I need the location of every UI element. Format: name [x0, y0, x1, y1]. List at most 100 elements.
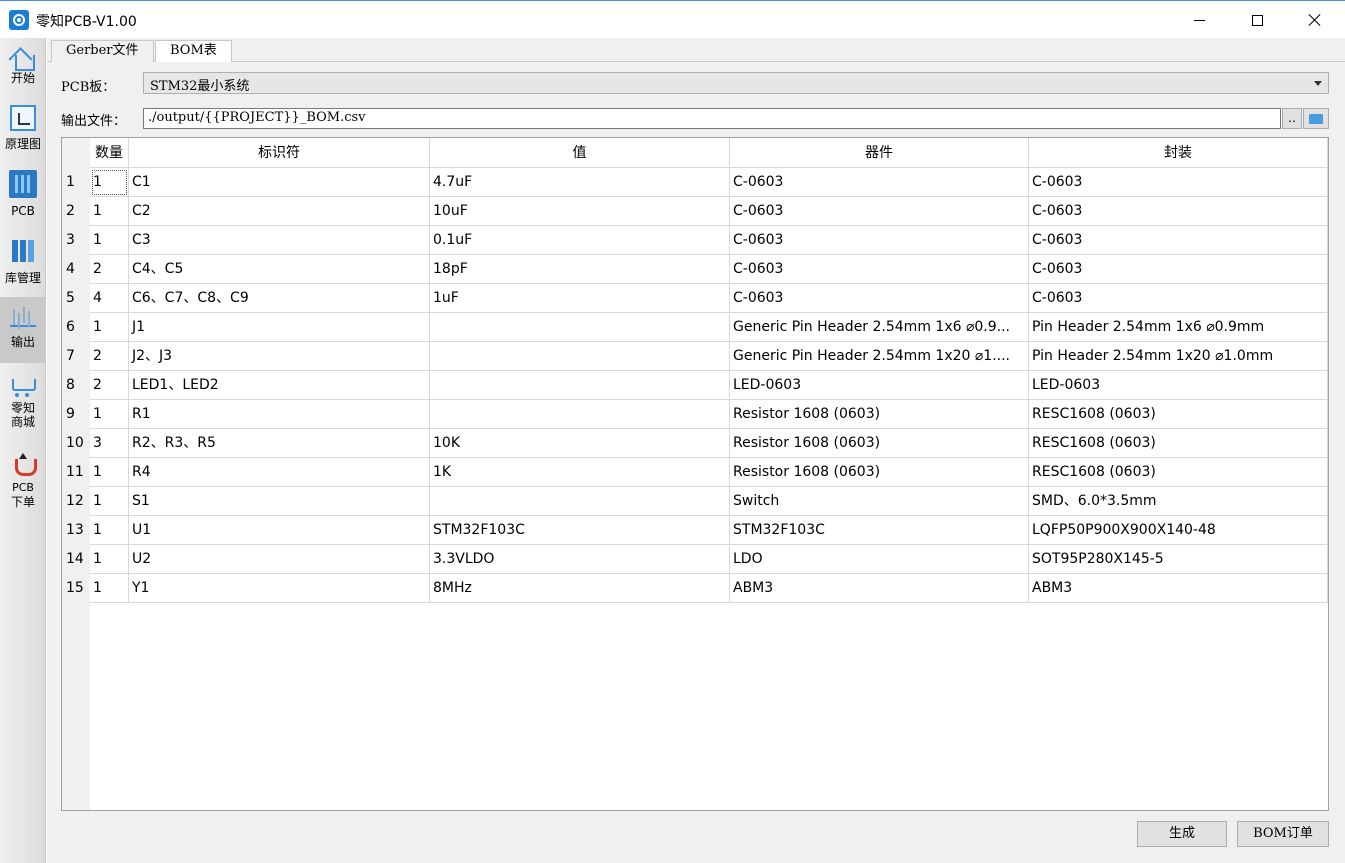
- row-number[interactable]: 3: [62, 226, 90, 255]
- cell-device[interactable]: LED-0603: [730, 371, 1029, 400]
- cell-value[interactable]: [430, 313, 730, 342]
- cell-designator[interactable]: S1: [129, 487, 430, 516]
- table-row[interactable]: 10 3 R2、R3、R5 10K Resistor 1608 (0603) RESC16…: [62, 429, 1328, 458]
- bom-order-button[interactable]: BOM订单: [1237, 821, 1329, 847]
- cell-designator[interactable]: LED1、LED2: [129, 371, 430, 400]
- cell-value[interactable]: 1uF: [430, 284, 730, 313]
- cell-device[interactable]: Switch: [730, 487, 1029, 516]
- table-row[interactable]: 13 1 U1 STM32F103C STM32F103C LQFP50P900X900X…: [62, 516, 1328, 545]
- cell-device[interactable]: LDO: [730, 545, 1029, 574]
- cell-value[interactable]: 10K: [430, 429, 730, 458]
- cell-designator[interactable]: C6、C7、C8、C9: [129, 284, 430, 313]
- cell-package[interactable]: Pin Header 2.54mm 1x20 ⌀1.0mm: [1029, 342, 1328, 371]
- cell-quantity[interactable]: 1: [90, 574, 129, 603]
- cell-package[interactable]: Pin Header 2.54mm 1x6 ⌀0.9mm: [1029, 313, 1328, 342]
- cell-device[interactable]: C-0603: [730, 226, 1029, 255]
- cell-package[interactable]: SOT95P280X145-5: [1029, 545, 1328, 574]
- cell-quantity[interactable]: 1: [90, 400, 129, 429]
- row-number[interactable]: 9: [62, 400, 90, 429]
- column-header-quantity[interactable]: 数量: [90, 138, 129, 168]
- table-row[interactable]: 11 1 R4 1K Resistor 1608 (0603) RESC1608 (060…: [62, 458, 1328, 487]
- cell-value[interactable]: 4.7uF: [430, 168, 730, 197]
- cell-value[interactable]: 10uF: [430, 197, 730, 226]
- cell-quantity[interactable]: 1: [90, 487, 129, 516]
- generate-button[interactable]: 生成: [1137, 821, 1227, 847]
- sidebar-item-output[interactable]: 输出: [0, 297, 46, 363]
- cell-value[interactable]: [430, 342, 730, 371]
- maximize-button[interactable]: [1228, 1, 1286, 39]
- sidebar-item-pcb-order[interactable]: PCB 下单: [0, 448, 46, 520]
- cell-designator[interactable]: C2: [129, 197, 430, 226]
- tab-bom[interactable]: BOM表: [155, 40, 232, 63]
- row-number[interactable]: 12: [62, 487, 90, 516]
- cell-designator[interactable]: Y1: [129, 574, 430, 603]
- table-row[interactable]: 12 1 S1 Switch SMD、6.0*3.5mm: [62, 487, 1328, 516]
- cell-designator[interactable]: J1: [129, 313, 430, 342]
- cell-quantity[interactable]: 2: [90, 255, 129, 284]
- cell-value[interactable]: 1K: [430, 458, 730, 487]
- cell-device[interactable]: Generic Pin Header 2.54mm 1x6 ⌀0.9...: [730, 313, 1029, 342]
- column-header-designator[interactable]: 标识符: [129, 138, 430, 168]
- table-row[interactable]: 5 4 C6、C7、C8、C9 1uF C-0603 C-0603: [62, 284, 1328, 313]
- cell-package[interactable]: SMD、6.0*3.5mm: [1029, 487, 1328, 516]
- cell-quantity[interactable]: 2: [90, 371, 129, 400]
- cell-designator[interactable]: C4、C5: [129, 255, 430, 284]
- cell-value[interactable]: 0.1uF: [430, 226, 730, 255]
- table-row[interactable]: 9 1 R1 Resistor 1608 (0603) RESC1608 (0603): [62, 400, 1328, 429]
- cell-quantity[interactable]: 4: [90, 284, 129, 313]
- cell-device[interactable]: STM32F103C: [730, 516, 1029, 545]
- table-row[interactable]: 8 2 LED1、LED2 LED-0603 LED-0603: [62, 371, 1328, 400]
- cell-package[interactable]: LED-0603: [1029, 371, 1328, 400]
- cell-device[interactable]: C-0603: [730, 284, 1029, 313]
- cell-value[interactable]: 18pF: [430, 255, 730, 284]
- cell-value[interactable]: [430, 371, 730, 400]
- cell-quantity[interactable]: 1: [90, 545, 129, 574]
- table-row[interactable]: 14 1 U2 3.3VLDO LDO SOT95P280X145-5: [62, 545, 1328, 574]
- cell-quantity[interactable]: 1: [90, 313, 129, 342]
- table-row[interactable]: 7 2 J2、J3 Generic Pin Header 2.54mm 1x20 ⌀1…: [62, 342, 1328, 371]
- cell-package[interactable]: LQFP50P900X900X140-48: [1029, 516, 1328, 545]
- column-header-package[interactable]: 封装: [1029, 138, 1328, 168]
- table-row[interactable]: 1 1 C1 4.7uF C-0603 C-0603: [62, 168, 1328, 197]
- cell-package[interactable]: RESC1608 (0603): [1029, 429, 1328, 458]
- row-number[interactable]: 2: [62, 197, 90, 226]
- row-number[interactable]: 8: [62, 371, 90, 400]
- row-number[interactable]: 15: [62, 574, 90, 603]
- cell-package[interactable]: RESC1608 (0603): [1029, 458, 1328, 487]
- cell-quantity[interactable]: 1: [90, 226, 129, 255]
- row-number[interactable]: 13: [62, 516, 90, 545]
- cell-device[interactable]: Resistor 1608 (0603): [730, 400, 1029, 429]
- cell-device[interactable]: Resistor 1608 (0603): [730, 458, 1029, 487]
- cell-package[interactable]: C-0603: [1029, 284, 1328, 313]
- table-row[interactable]: 6 1 J1 Generic Pin Header 2.54mm 1x6 ⌀0.9..…: [62, 313, 1328, 342]
- cell-device[interactable]: Generic Pin Header 2.54mm 1x20 ⌀1....: [730, 342, 1029, 371]
- row-number[interactable]: 1: [62, 168, 90, 197]
- cell-quantity[interactable]: 1: [90, 197, 129, 226]
- cell-quantity[interactable]: 1: [90, 516, 129, 545]
- row-number[interactable]: 4: [62, 255, 90, 284]
- row-number[interactable]: 5: [62, 284, 90, 313]
- cell-designator[interactable]: U2: [129, 545, 430, 574]
- table-row[interactable]: 15 1 Y1 8MHz ABM3 ABM3: [62, 574, 1328, 603]
- cell-designator[interactable]: J2、J3: [129, 342, 430, 371]
- tab-gerber[interactable]: Gerber文件: [51, 40, 154, 62]
- cell-designator[interactable]: C3: [129, 226, 430, 255]
- cell-value[interactable]: 3.3VLDO: [430, 545, 730, 574]
- open-folder-button[interactable]: [1303, 108, 1329, 129]
- row-number[interactable]: 10: [62, 429, 90, 458]
- cell-designator[interactable]: R4: [129, 458, 430, 487]
- cell-value[interactable]: STM32F103C: [430, 516, 730, 545]
- cell-quantity[interactable]: 2: [90, 342, 129, 371]
- cell-package[interactable]: C-0603: [1029, 255, 1328, 284]
- sidebar-item-schematic[interactable]: 原理图: [0, 100, 46, 160]
- cell-value[interactable]: 8MHz: [430, 574, 730, 603]
- cell-device[interactable]: ABM3: [730, 574, 1029, 603]
- table-row[interactable]: 2 1 C2 10uF C-0603 C-0603: [62, 197, 1328, 226]
- cell-quantity[interactable]: 1: [90, 458, 129, 487]
- cell-designator[interactable]: R2、R3、R5: [129, 429, 430, 458]
- sidebar-item-start[interactable]: 开始: [0, 38, 46, 98]
- cell-package[interactable]: RESC1608 (0603): [1029, 400, 1328, 429]
- cell-package[interactable]: C-0603: [1029, 168, 1328, 197]
- row-number[interactable]: 11: [62, 458, 90, 487]
- sidebar-item-library[interactable]: 库管理: [0, 232, 46, 292]
